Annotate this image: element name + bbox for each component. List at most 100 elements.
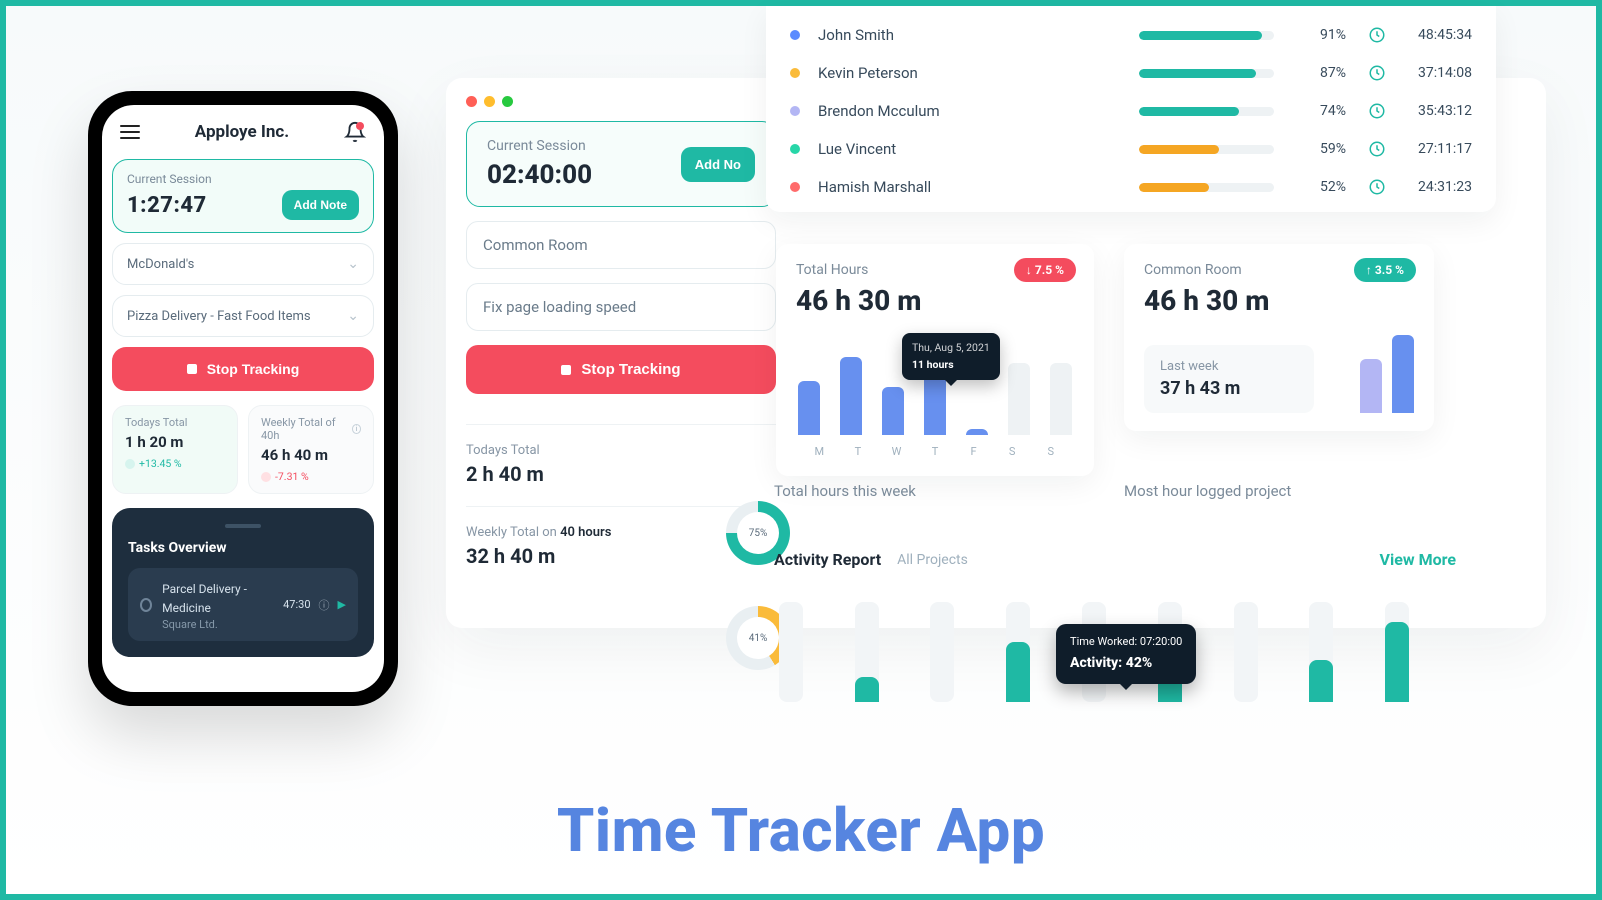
common-room-card: ↑ 3.5 % Common Room 46 h 30 m Last week … [1124,244,1434,431]
radio-icon[interactable] [140,598,152,612]
tasks-panel: Tasks Overview Parcel Delivery - Medicin… [112,508,374,657]
person-pct: 59% [1296,141,1346,157]
task-item[interactable]: Parcel Delivery - Medicine Square Ltd. 4… [128,568,358,641]
activity-bar[interactable] [1006,642,1030,702]
person-row[interactable]: Kevin Peterson 87% 37:14:08 [790,54,1472,92]
stop-tracking-button[interactable]: Stop Tracking [112,347,374,391]
activity-tooltip: Time Worked: 07:20:00 Activity: 42% [1056,624,1196,684]
project-field[interactable]: Common Room [466,221,776,269]
delta-badge: ↓ 7.5 % [1014,258,1076,282]
color-dot-icon [790,68,800,78]
activity-bar-bg [930,602,954,702]
session-label: Current Session [127,172,359,186]
project-select[interactable]: Pizza Delivery - Fast Food Items ⌄ [112,295,374,337]
chart-bar[interactable] [840,357,862,435]
phone-mockup: Apploye Inc. Current Session 1:27:47 Add… [88,91,398,706]
today-stat-label: Todays Total [466,443,776,458]
chevron-down-icon: ⌄ [347,256,359,272]
tooltip-activity: Activity: 42% [1070,653,1182,674]
activity-bar-bg [779,602,803,702]
session-card: Current Session 1:27:47 Add Note [112,159,374,233]
menu-icon[interactable] [120,125,140,139]
clock-icon [1368,102,1386,120]
weekly-stat-value: 46 h 40 m [261,446,361,464]
day-label: S [1031,445,1070,458]
person-name: Brendon Mcculum [818,102,1018,120]
person-name: Lue Vincent [818,140,1018,158]
delta-badge: ↑ 3.5 % [1354,258,1416,282]
activity-bar[interactable] [1385,622,1409,702]
play-icon[interactable]: ▶ [338,598,346,611]
person-pct: 91% [1296,27,1346,43]
total-hours-card: ↓ 7.5 % Total Hours 46 h 30 m Thu, Aug 5… [776,244,1094,476]
day-label: F [954,445,993,458]
person-pct: 52% [1296,179,1346,195]
client-select[interactable]: McDonald's ⌄ [112,243,374,285]
person-row[interactable]: Brendon Mcculum 74% 35:43:12 [790,92,1472,130]
activity-bar-bg [1234,602,1258,702]
progress-ring-value: 75% [737,512,779,554]
day-label: W [877,445,916,458]
weekly-stat-label: Weekly Total of 40h i [261,416,361,442]
clock-icon [1368,178,1386,196]
activity-subtitle: All Projects [897,552,968,568]
activity-bar-slot [926,602,960,702]
chart-bar[interactable] [882,387,904,435]
person-row[interactable]: Hamish Marshall 52% 24:31:23 [790,168,1472,206]
tooltip-time: Time Worked: 07:20:00 [1070,634,1182,651]
clock-icon [1368,26,1386,44]
activity-bar[interactable] [855,677,879,702]
arrow-up-icon [125,459,135,469]
activity-bar-slot [850,602,884,702]
chart-bar[interactable] [1050,363,1072,435]
activity-bar-slot [1304,602,1338,702]
chart-bar[interactable] [966,429,988,435]
task-time: 47:30 [283,598,310,611]
zoom-icon[interactable] [502,96,513,107]
activity-title: Activity Report [774,550,881,569]
view-more-link[interactable]: View More [1380,550,1456,569]
task-field[interactable]: Fix page loading speed [466,283,776,331]
progress-bar [1139,107,1274,116]
card-value: 46 h 30 m [796,284,1074,317]
today-stat: Todays Total 1 h 20 m +13.45 % [112,405,238,494]
progress-bar [1139,69,1274,78]
chart-bar[interactable] [1008,363,1030,435]
activity-bar-slot [1380,602,1414,702]
last-week-box: Last week 37 h 43 m [1144,345,1314,413]
color-dot-icon [790,144,800,154]
clock-icon [1368,64,1386,82]
chart-tooltip: Thu, Aug 5, 202111 hours [902,333,1000,380]
info-icon[interactable]: ⓘ [319,597,330,613]
person-time: 48:45:34 [1402,27,1472,43]
session-time: 1:27:47 [127,193,207,218]
session-time: 02:40:00 [487,160,592,190]
card-value: 46 h 30 m [1144,284,1414,317]
add-note-button[interactable]: Add No [681,147,755,182]
people-list: John Smith 91% 48:45:34 Kevin Peterson 8… [766,6,1496,212]
client-select-label: McDonald's [127,257,194,272]
weekly-delta: -7.31 % [275,470,309,483]
stop-icon [561,365,571,375]
activity-bar[interactable] [1309,660,1333,702]
today-stat-label: Todays Total [125,416,225,429]
close-icon[interactable] [466,96,477,107]
person-row[interactable]: John Smith 91% 48:45:34 [790,16,1472,54]
progress-bar [1139,31,1274,40]
today-stat-desktop: Todays Total 2 h 40 m [466,443,776,486]
chart-bar[interactable] [798,381,820,435]
bell-icon[interactable] [344,121,366,143]
stop-icon [187,364,197,374]
drag-handle[interactable] [225,524,261,528]
stop-tracking-button[interactable]: Stop Tracking [466,345,776,394]
minimize-icon[interactable] [484,96,495,107]
add-note-button[interactable]: Add Note [282,190,359,220]
person-name: John Smith [818,26,1018,44]
mini-bars [1360,335,1414,413]
person-row[interactable]: Lue Vincent 59% 27:11:17 [790,130,1472,168]
progress-bar [1139,183,1274,192]
phone-screen: Apploye Inc. Current Session 1:27:47 Add… [102,105,384,692]
person-name: Hamish Marshall [818,178,1018,196]
stop-tracking-label: Stop Tracking [207,361,300,377]
info-icon[interactable]: i [352,424,361,434]
